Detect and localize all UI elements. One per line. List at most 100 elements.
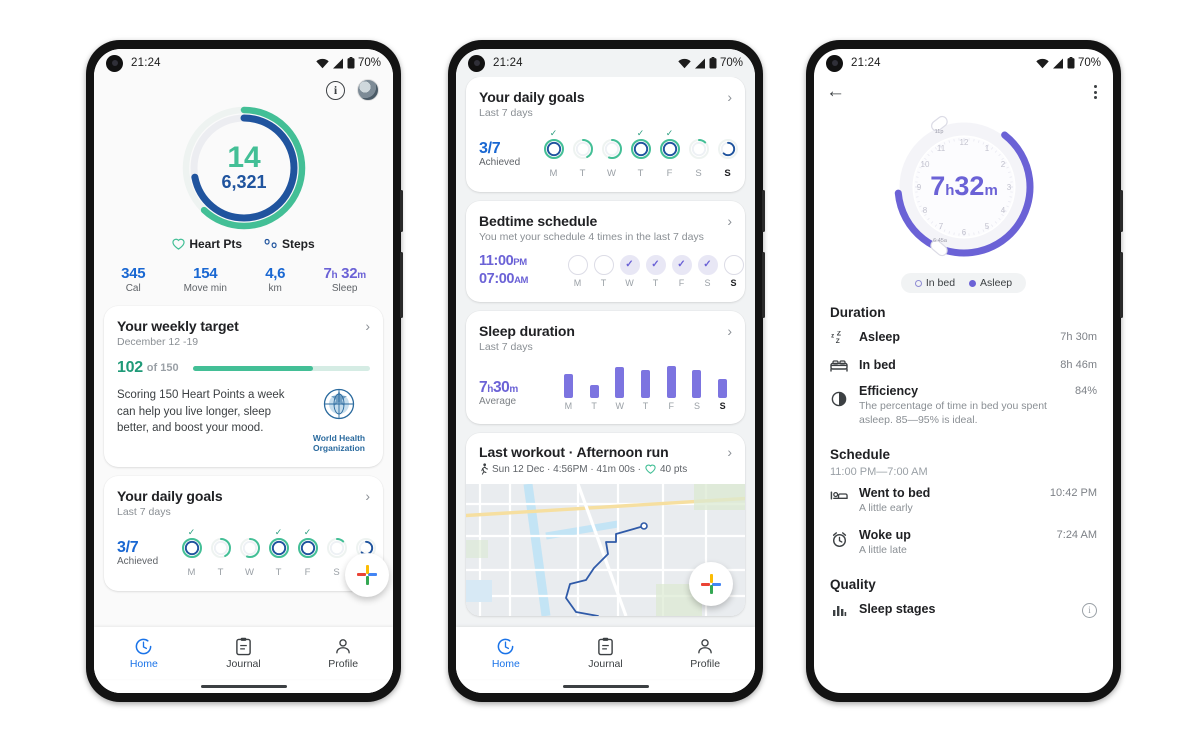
nav-home[interactable]: Home [94, 636, 194, 670]
bedtime-day[interactable]: ✓ S [697, 254, 718, 288]
add-button[interactable] [345, 552, 389, 597]
bedtime-day[interactable]: ✓ W [619, 254, 640, 288]
info-icon[interactable]: i [326, 80, 345, 100]
phone-1-scroll[interactable]: i 14 6,321 Heart Pts Steps 345 Cal 154 M… [94, 77, 393, 627]
daily-goal-day[interactable]: ✓ F [657, 129, 682, 179]
nav-label: Profile [690, 658, 721, 670]
weekly-progress-bar [192, 365, 370, 371]
sleep-bar-column[interactable]: F [662, 363, 681, 411]
bedtime-day[interactable]: ✓ F [671, 254, 692, 288]
daily-goals-value: 3/7 [479, 140, 501, 157]
weekly-target-card[interactable]: Your weekly target December 12 -19 › 102… [104, 306, 383, 467]
svg-text:4: 4 [1000, 206, 1005, 215]
sleep-bar-column[interactable]: S [713, 363, 732, 411]
nav-journal[interactable]: Journal [194, 636, 294, 670]
legend-steps: Steps [264, 237, 315, 251]
status-icons: 70% [678, 57, 743, 69]
stat-cal[interactable]: 345 Cal [121, 265, 145, 294]
schedule-item-went-to-bed[interactable]: Went to bed A little early 10:42 PM [814, 480, 1113, 521]
phone-3-scroll[interactable]: 12 1 2 345 678 9 10 11 11p 6:45a 7h32m I… [814, 103, 1113, 693]
sleep-legend: In bed Asleep [900, 273, 1027, 293]
phone-side-button [762, 252, 765, 318]
duration-item-efficiency[interactable]: Efficiency The percentage of time in bed… [814, 378, 1113, 433]
nav-home[interactable]: Home [456, 636, 556, 670]
daily-goal-day[interactable]: W [599, 129, 624, 179]
chevron-right-icon[interactable]: › [727, 323, 732, 338]
bar-label: S [693, 401, 700, 411]
nav-journal[interactable]: Journal [556, 636, 656, 670]
daily-goal-day[interactable]: W [237, 528, 262, 578]
nav-profile[interactable]: Profile [293, 636, 393, 670]
activity-ring[interactable]: 14 6,321 [94, 103, 393, 233]
daily-goal-day[interactable]: S [715, 129, 740, 179]
bedtime-schedule-card[interactable]: Bedtime schedule You met your schedule 4… [466, 201, 745, 302]
sleep-minutes: 32 [954, 171, 984, 201]
sleep-bar-column[interactable]: M [559, 363, 578, 411]
stat-label: Sleep [331, 283, 358, 294]
item-title: Efficiency [859, 384, 919, 398]
add-button[interactable] [689, 562, 733, 606]
sleep-bar [718, 379, 728, 398]
sleep-clock[interactable]: 12 1 2 345 678 9 10 11 11p 6:45a 7h32m [814, 107, 1113, 267]
day-letter: T [217, 566, 224, 578]
daily-goal-day[interactable]: ✓ F [295, 527, 320, 578]
day-ring [237, 536, 262, 565]
sleep-duration-bar-chart[interactable]: MTWTFSS [559, 363, 732, 411]
daily-goal-day[interactable]: ✓ T [266, 527, 291, 578]
gesture-bar[interactable] [94, 679, 393, 693]
daily-goals-card[interactable]: Your daily goals Last 7 days › 3/7 Achie… [104, 475, 389, 597]
sleep-bar [641, 370, 651, 398]
sleep-stages-info[interactable]: i [1082, 602, 1097, 618]
duration-item-asleep[interactable]: zZZ Asleep 7h 30m [814, 324, 1113, 352]
duration-item-in-bed[interactable]: In bed 8h 46m [814, 352, 1113, 378]
quality-item-sleep-stages[interactable]: Sleep stages i [814, 596, 1113, 624]
schedule-item-woke-up[interactable]: Woke up A little late 7:24 AM [814, 522, 1113, 563]
stat-sleep[interactable]: 7h 32m Sleep [323, 265, 366, 294]
weekly-target-goal: of 150 [146, 362, 179, 374]
wifi-icon [1036, 58, 1049, 68]
plus-icon [701, 574, 721, 594]
chevron-right-icon[interactable]: › [727, 213, 732, 228]
daily-goal-day[interactable]: T [208, 528, 233, 578]
chevron-right-icon[interactable]: › [727, 89, 732, 104]
bedtime-day-circle: ✓ [619, 254, 640, 275]
daily-goal-day[interactable]: T [570, 129, 595, 179]
chevron-right-icon[interactable]: › [365, 318, 370, 333]
section-schedule: Schedule [830, 447, 891, 463]
sleep-bar [563, 373, 573, 398]
info-icon[interactable]: i [1082, 602, 1097, 618]
daily-goal-day[interactable]: ✓ T [628, 129, 653, 179]
chevron-right-icon[interactable]: › [365, 488, 370, 503]
battery-percent: 70% [357, 57, 381, 69]
chevron-right-icon[interactable]: › [727, 444, 732, 459]
overflow-menu-icon[interactable] [1090, 81, 1101, 103]
last-workout-card[interactable]: Last workout · Afternoon run › Sun 12 De… [466, 433, 745, 616]
bedtime-marker-label: 11p [934, 129, 943, 135]
bedtime-day[interactable]: T [593, 254, 614, 288]
sleep-bar-column[interactable]: S [688, 363, 707, 411]
legend-label: Heart Pts [189, 237, 242, 251]
sleep-duration-card[interactable]: Sleep duration Last 7 days › 7h30m Avera… [466, 311, 745, 424]
avatar[interactable] [357, 79, 379, 101]
daily-goals-card[interactable]: Your daily goals Last 7 days › 3/7 Achie… [466, 77, 745, 192]
route-map[interactable] [466, 483, 745, 616]
sleep-bar-column[interactable]: W [610, 363, 629, 411]
bedtime-day[interactable]: ✓ T [645, 254, 666, 288]
sleep-bar-column[interactable]: T [585, 363, 604, 411]
stat-move-min[interactable]: 154 Move min [184, 265, 227, 294]
daily-goal-day[interactable]: ✓ M [179, 527, 204, 578]
battery-icon [1067, 57, 1075, 69]
daily-goal-day[interactable]: ✓ M [541, 129, 566, 179]
workout-meta: Sun 12 Dec · 4:56PM · 41m 00s · [492, 463, 641, 475]
stat-km[interactable]: 4,6 km [265, 265, 285, 294]
daily-goal-day[interactable]: S [686, 129, 711, 179]
gesture-bar[interactable] [456, 679, 755, 693]
battery-percent: 70% [1077, 57, 1101, 69]
bedtime-day[interactable]: S [723, 254, 744, 288]
phone-2-scroll[interactable]: Your daily goals Last 7 days › 3/7 Achie… [456, 77, 755, 627]
back-arrow-icon[interactable]: ← [826, 82, 845, 102]
nav-profile[interactable]: Profile [655, 636, 755, 670]
sleep-bar-column[interactable]: T [636, 363, 655, 411]
nav-label: Journal [588, 658, 623, 670]
bedtime-day[interactable]: M [567, 254, 588, 288]
